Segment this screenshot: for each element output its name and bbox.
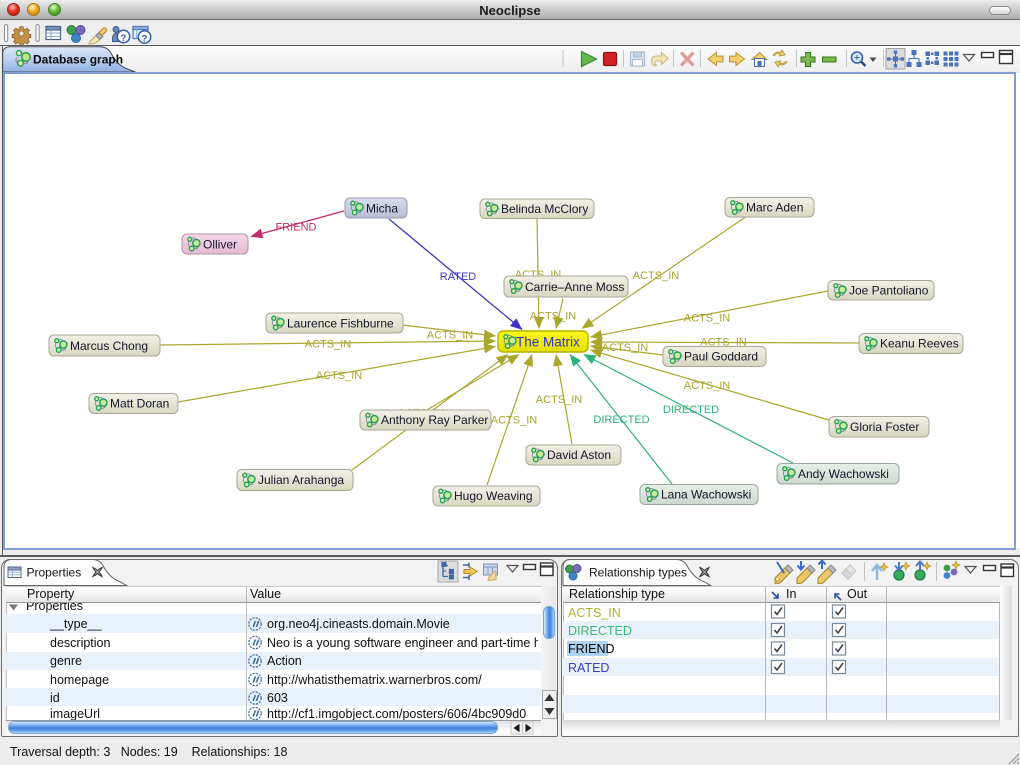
svg-text:DIRECTED: DIRECTED [663,404,719,416]
svg-text:Belinda McClory: Belinda McClory [501,202,588,216]
svg-text:DIRECTED: DIRECTED [593,414,649,426]
svg-text:Keanu Reeves: Keanu Reeves [880,337,959,351]
svg-text:ACTS_IN: ACTS_IN [684,380,731,392]
svg-text:Joe Pantoliano: Joe Pantoliano [849,284,929,298]
svg-text:ACTS_IN: ACTS_IN [602,342,649,354]
svg-text:David Aston: David Aston [547,448,611,462]
svg-text:ACTS_IN: ACTS_IN [491,415,538,427]
svg-text:Gloria Foster: Gloria Foster [850,420,919,434]
svg-text:Relationship types: Relationship types [589,565,687,579]
svg-text:Andy Wachowski: Andy Wachowski [798,467,889,481]
svg-text:Micha: Micha [366,202,398,216]
svg-text:Marc Aden: Marc Aden [746,201,803,215]
svg-text:?: ? [142,33,148,44]
svg-text:ACTS_IN: ACTS_IN [316,370,363,382]
svg-text:Matt Doran: Matt Doran [110,397,169,411]
svg-text:RATED: RATED [440,271,477,283]
svg-text:ACTS_IN: ACTS_IN [633,270,680,282]
svg-text:FRIEND: FRIEND [276,222,317,234]
svg-text:Properties: Properties [27,565,82,579]
svg-text:ACTS_IN: ACTS_IN [536,394,583,406]
svg-text:?: ? [121,33,127,44]
svg-text:Anthony Ray Parker: Anthony Ray Parker [381,413,488,427]
svg-text:ACTS_IN: ACTS_IN [530,311,577,323]
svg-text:The Matrix: The Matrix [516,335,580,350]
svg-text:ACTS_IN: ACTS_IN [427,330,474,342]
svg-text:Laurence Fishburne: Laurence Fishburne [287,317,394,331]
svg-text:Carrie–Anne Moss: Carrie–Anne Moss [525,280,624,294]
svg-text:Hugo Weaving: Hugo Weaving [454,489,533,503]
svg-text:Marcus Chong: Marcus Chong [70,339,148,353]
svg-text:ACTS_IN: ACTS_IN [305,339,352,351]
svg-text:Olliver: Olliver [203,238,237,252]
svg-text:Lana Wachowski: Lana Wachowski [661,488,751,502]
svg-text:Julian Arahanga: Julian Arahanga [258,473,344,487]
svg-text:Paul Goddard: Paul Goddard [684,350,758,364]
svg-text:ACTS_IN: ACTS_IN [684,313,731,325]
